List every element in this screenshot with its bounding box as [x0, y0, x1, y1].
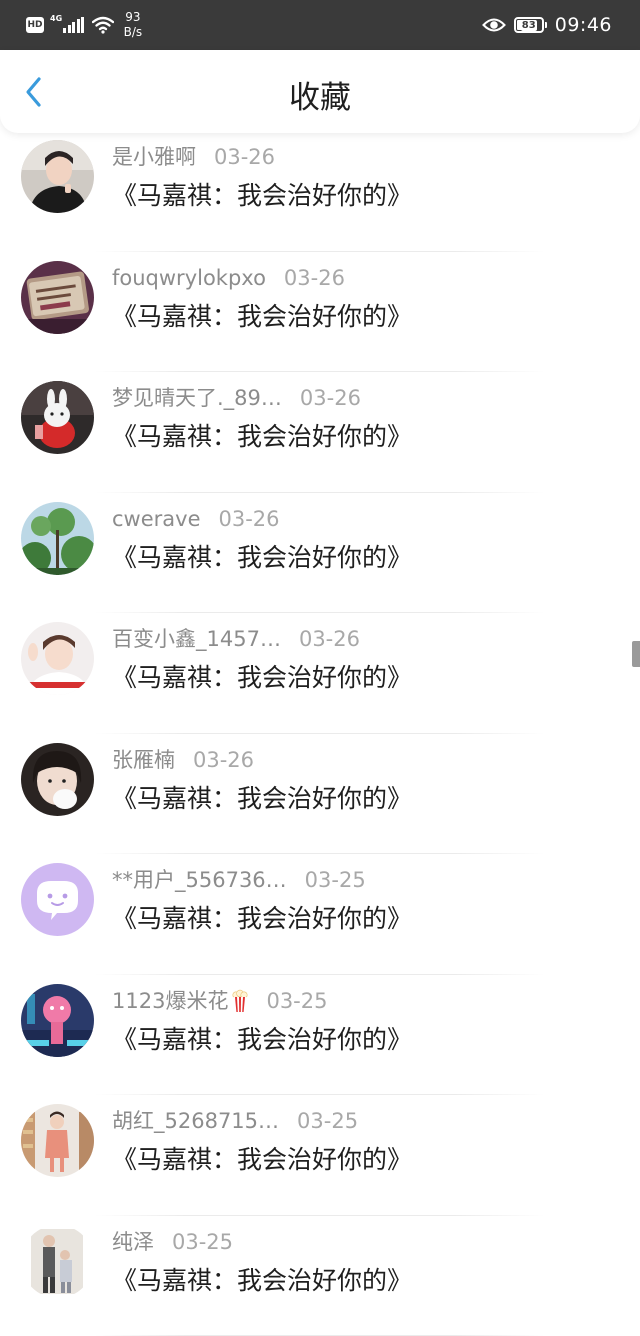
date: 03-26: [299, 625, 360, 653]
status-bar: HD 4G 93 B/s 83 09:46: [0, 0, 640, 50]
network-speed-value: 93: [125, 10, 140, 25]
item-meta: cwerave 03-26: [112, 505, 280, 533]
avatar[interactable]: [21, 984, 94, 1057]
list-item[interactable]: 胡红_5268715… 03-25 《马嘉祺：我会治好你的》: [0, 1095, 640, 1216]
eye-comfort-icon: [482, 17, 506, 33]
username[interactable]: 是小雅啊: [112, 143, 196, 171]
cellular-signal-icon: [63, 17, 86, 33]
item-meta: 梦见晴天了._89… 03-26: [112, 384, 361, 412]
date: 03-26: [193, 746, 254, 774]
list-item[interactable]: **用户_556736… 03-25 《马嘉祺：我会治好你的》: [0, 854, 640, 975]
avatar[interactable]: [21, 1225, 94, 1298]
status-bar-right: 83 09:46: [482, 0, 612, 50]
username[interactable]: 纯泽: [112, 1228, 154, 1256]
avatar[interactable]: [21, 140, 94, 213]
list-item[interactable]: 张雁楠 03-26 《马嘉祺：我会治好你的》: [0, 734, 640, 855]
date: 03-25: [266, 987, 327, 1015]
username[interactable]: 1123爆米花: [112, 987, 228, 1015]
item-meta: 是小雅啊 03-26: [112, 143, 275, 171]
battery-level-text: 83: [521, 20, 537, 31]
favorite-title[interactable]: 《马嘉祺：我会治好你的》: [112, 782, 412, 816]
favorite-title[interactable]: 《马嘉祺：我会治好你的》: [112, 179, 412, 213]
list-item[interactable]: 梦见晴天了._89… 03-26 《马嘉祺：我会治好你的》: [0, 372, 640, 493]
page-title: 收藏: [0, 78, 640, 118]
item-meta: 1123爆米花 03-25: [112, 987, 327, 1015]
username[interactable]: 梦见晴天了._89…: [112, 384, 282, 412]
date: 03-25: [305, 866, 366, 894]
username[interactable]: 胡红_5268715…: [112, 1107, 279, 1135]
network-speed-unit: B/s: [124, 25, 143, 40]
app-header: 收藏: [0, 50, 640, 133]
avatar[interactable]: [21, 863, 94, 936]
avatar[interactable]: [21, 622, 94, 695]
battery-icon: 83: [514, 17, 547, 33]
username[interactable]: 百变小鑫_1457…: [112, 625, 281, 653]
popcorn-icon: [232, 989, 248, 1013]
username[interactable]: 张雁楠: [112, 746, 175, 774]
list-item[interactable]: cwerave 03-26 《马嘉祺：我会治好你的》: [0, 493, 640, 614]
avatar[interactable]: [21, 743, 94, 816]
list-item[interactable]: 1123爆米花 03-25 《马嘉祺：我会治好你的》: [0, 975, 640, 1096]
list-item[interactable]: fouqwrylokpxo 03-26 《马嘉祺：我会治好你的》: [0, 252, 640, 373]
favorite-title[interactable]: 《马嘉祺：我会治好你的》: [112, 420, 412, 454]
status-bar-left: HD 4G 93 B/s: [26, 0, 142, 50]
list-item[interactable]: 是小雅啊 03-26 《马嘉祺：我会治好你的》: [0, 131, 640, 252]
favorite-title[interactable]: 《马嘉祺：我会治好你的》: [112, 661, 412, 695]
favorites-list: 是小雅啊 03-26 《马嘉祺：我会治好你的》 fouqwrylokpxo 03…: [0, 131, 640, 1336]
item-meta: 百变小鑫_1457… 03-26: [112, 625, 360, 653]
network-speed: 93 B/s: [124, 10, 143, 40]
item-meta: 张雁楠 03-26: [112, 746, 254, 774]
favorite-title[interactable]: 《马嘉祺：我会治好你的》: [112, 300, 412, 334]
avatar[interactable]: [21, 381, 94, 454]
scrollbar[interactable]: [632, 641, 640, 667]
item-meta: 纯泽 03-25: [112, 1228, 233, 1256]
wifi-icon: [92, 16, 114, 34]
list-item[interactable]: 纯泽 03-25 《马嘉祺：我会治好你的》: [0, 1216, 640, 1336]
favorite-title[interactable]: 《马嘉祺：我会治好你的》: [112, 1023, 412, 1057]
avatar[interactable]: [21, 261, 94, 334]
avatar[interactable]: [21, 502, 94, 575]
hd-badge: HD: [26, 17, 44, 33]
item-meta: fouqwrylokpxo 03-26: [112, 264, 345, 292]
avatar[interactable]: [21, 1104, 94, 1177]
list-item[interactable]: 百变小鑫_1457… 03-26 《马嘉祺：我会治好你的》: [0, 613, 640, 734]
favorite-title[interactable]: 《马嘉祺：我会治好你的》: [112, 1143, 412, 1177]
date: 03-25: [297, 1107, 358, 1135]
date: 03-25: [172, 1228, 233, 1256]
date: 03-26: [219, 505, 280, 533]
network-type: 4G: [50, 14, 62, 23]
username[interactable]: fouqwrylokpxo: [112, 264, 266, 292]
username[interactable]: **用户_556736…: [112, 866, 287, 894]
date: 03-26: [300, 384, 361, 412]
favorite-title[interactable]: 《马嘉祺：我会治好你的》: [112, 902, 412, 936]
date: 03-26: [284, 264, 345, 292]
item-meta: 胡红_5268715… 03-25: [112, 1107, 358, 1135]
favorite-title[interactable]: 《马嘉祺：我会治好你的》: [112, 1264, 412, 1298]
date: 03-26: [214, 143, 275, 171]
status-bar-time: 09:46: [555, 14, 612, 36]
favorite-title[interactable]: 《马嘉祺：我会治好你的》: [112, 541, 412, 575]
username[interactable]: cwerave: [112, 505, 201, 533]
item-meta: **用户_556736… 03-25: [112, 866, 366, 894]
